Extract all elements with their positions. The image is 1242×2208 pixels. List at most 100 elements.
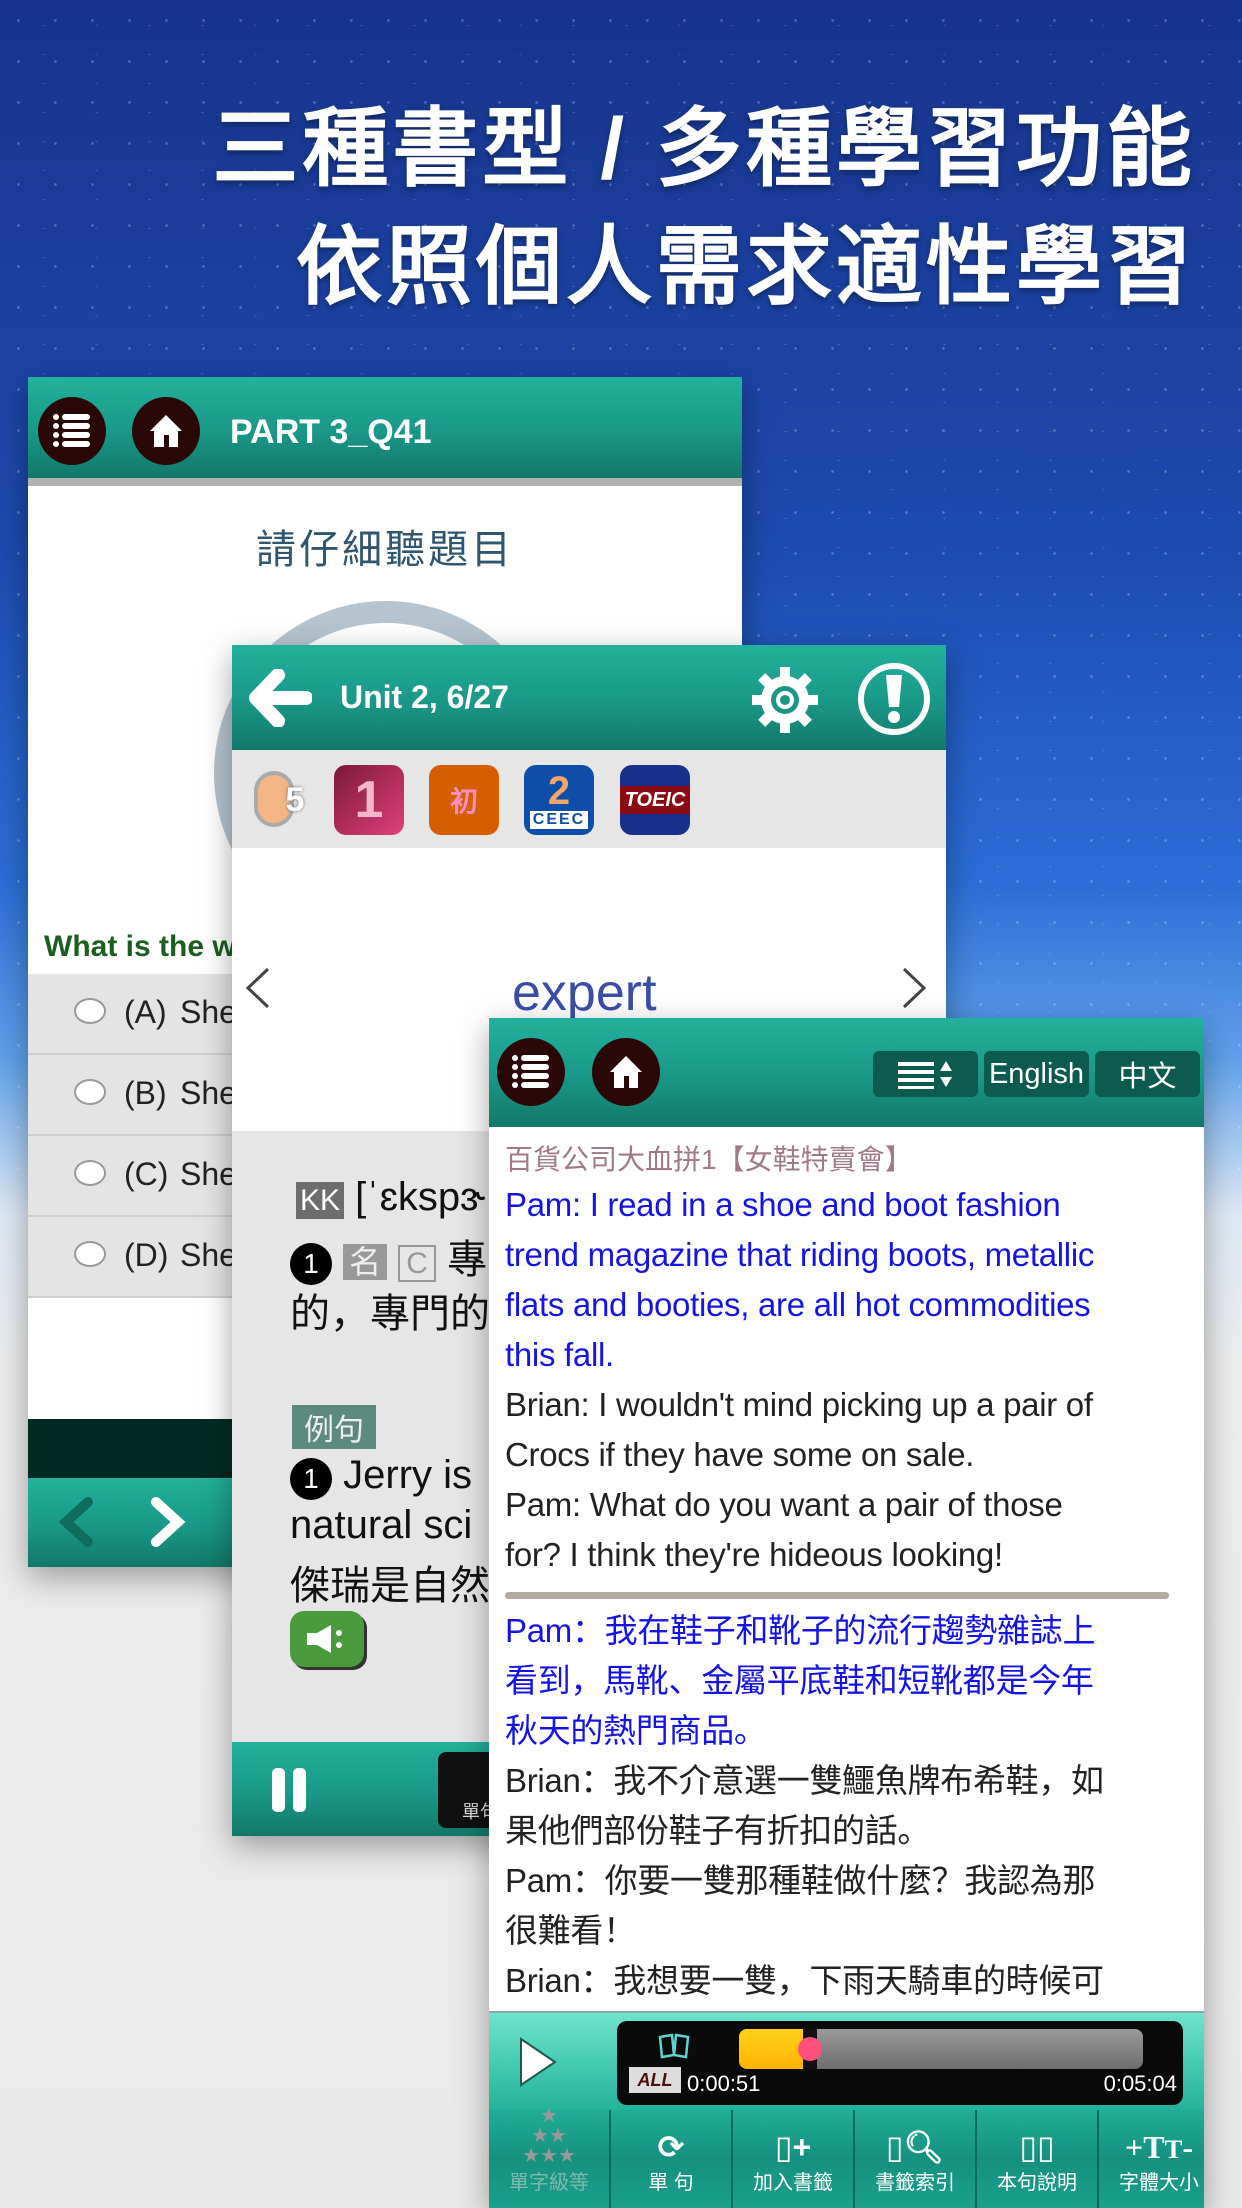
prev-word-button[interactable] [242, 965, 274, 1016]
reader-panel: English 中文 百貨公司大血拼1【女鞋特賣會】 Pam: I read i… [489, 1018, 1204, 2208]
option-letter: (D) [124, 1237, 169, 1273]
book-icon [658, 2033, 690, 2059]
arrow-left-icon [249, 668, 313, 728]
chevron-left-icon [58, 1497, 93, 1547]
toolbar-button[interactable]: +TT- 字體大小 [1099, 2110, 1204, 2208]
tips-button[interactable] [856, 661, 932, 742]
toolbar-label: 單 句 [648, 2172, 694, 2194]
gear-icon [752, 667, 818, 733]
home-icon [150, 415, 182, 447]
highlighted-sentence-line[interactable]: 看到，馬靴、金屬平底鞋和短靴都是今年 [505, 1656, 1195, 1706]
sentence-line[interactable]: for? I think they're hideous looking! [505, 1530, 1195, 1580]
next-question-button[interactable] [142, 1494, 202, 1550]
settings-button[interactable] [750, 665, 820, 740]
highlighted-sentence-line[interactable]: 秋天的熱門商品。 [505, 1706, 1195, 1756]
home-button[interactable] [132, 397, 200, 465]
toolbar-button[interactable]: ★ ★★ ★★★ 單字級等 [489, 2105, 611, 2208]
unit-title: Unit 2, 6/27 [340, 679, 509, 715]
option-letter: (C) [124, 1156, 169, 1192]
menu-button[interactable] [497, 1038, 565, 1106]
play-example-button[interactable] [290, 1611, 364, 1667]
example-english-cont: natural sci [290, 1503, 473, 1547]
progress-slider[interactable] [739, 2029, 1143, 2069]
pos-tag: 名 [343, 1244, 388, 1280]
book-icon: ▯▯ [1019, 2129, 1055, 2165]
toolbar-label: 加入書籤 [753, 2172, 833, 2194]
highlighted-sentence-line[interactable]: flats and booties, are all hot commoditi… [505, 1280, 1195, 1330]
vocab-header: Unit 2, 6/27 [232, 645, 946, 750]
speaker-icon [307, 1625, 342, 1653]
sentence-line[interactable]: Crocs if they have some on sale. [505, 1430, 1195, 1480]
english-text: Pam: I read in a shoe and boot fashion tr… [505, 1180, 1195, 1580]
home-button[interactable] [592, 1038, 660, 1106]
toolbar-label: 書籤索引 [875, 2172, 955, 2194]
toolbar-label: 字體大小 [1119, 2172, 1199, 2194]
home-icon [610, 1056, 642, 1088]
example-english: Jerry is [343, 1453, 473, 1497]
highlighted-sentence-line[interactable]: Pam: I read in a shoe and boot fashion [505, 1180, 1195, 1230]
frequency-badge[interactable]: 5 [250, 765, 320, 835]
sentence-line[interactable]: Pam：你要一雙那種鞋做什麼？我認為那 [505, 1856, 1195, 1906]
option-text: She [180, 994, 237, 1030]
example-label: 例句 [292, 1405, 376, 1449]
radio-button[interactable] [74, 1079, 106, 1105]
list-icon [512, 1055, 549, 1088]
next-word-button[interactable] [898, 965, 930, 1016]
sentence-line[interactable]: Brian：我想要一雙，下雨天騎車的時候可 [505, 1956, 1195, 2006]
sentence-line[interactable]: 很難看！ [505, 1906, 1195, 1956]
chevron-left-icon [245, 967, 270, 1009]
toolbar-button[interactable]: ▯▯ 本句說明 [977, 2110, 1099, 2208]
reader-header: English 中文 [489, 1018, 1204, 1127]
toolbar-button[interactable]: ▯+ 加入書籤 [733, 2110, 855, 2208]
quiz-title: PART 3_Q41 [230, 413, 432, 451]
level-1-badge[interactable]: 1 [334, 765, 404, 835]
repeat-mode-button[interactable]: ALL [629, 2067, 681, 2093]
stars-icon: ★ ★★ ★★★ [522, 2105, 576, 2167]
toolbar-button[interactable]: ⟳ 單 句 [611, 2110, 733, 2208]
english-toggle-button[interactable]: English [984, 1051, 1089, 1097]
option-text: She [180, 1237, 237, 1273]
chinese-text: Pam：我在鞋子和靴子的流行趨勢雜誌上 看到，馬靴、金屬平底鞋和短靴都是今年 秋天的… [505, 1606, 1195, 2006]
toolbar-button[interactable]: ▯🔍︎ 書籤索引 [855, 2110, 977, 2208]
ceec-badge[interactable]: 2 CEEC [524, 765, 594, 835]
highlighted-sentence-line[interactable]: trend magazine that riding boots, metall… [505, 1230, 1195, 1280]
highlighted-sentence-line[interactable]: Pam：我在鞋子和靴子的流行趨勢雜誌上 [505, 1606, 1195, 1656]
chevron-right-icon [902, 967, 927, 1009]
radio-button[interactable] [74, 998, 106, 1024]
pause-icon [272, 1768, 306, 1812]
line-spacing-icon [897, 1061, 952, 1089]
listen-prompt: 請仔細聽題目 [256, 528, 514, 572]
bookmark-search-icon: ▯🔍︎ [885, 2129, 945, 2165]
radio-button[interactable] [74, 1160, 106, 1186]
radio-button[interactable] [74, 1241, 106, 1267]
sentence-line[interactable]: 果他們部份鞋子有折扣的話。 [505, 1806, 1195, 1856]
toeic-badge[interactable]: TOEIC [620, 765, 690, 835]
line-spacing-button[interactable] [873, 1051, 978, 1097]
sentence-line[interactable]: Brian: I wouldn't mind picking up a pair… [505, 1380, 1195, 1430]
prev-question-button[interactable] [52, 1494, 112, 1550]
quiz-header: PART 3_Q41 [28, 377, 742, 486]
headword: expert [512, 964, 657, 1022]
headline-line1: 三種書型 / 多種學習功能 [212, 101, 1196, 197]
current-time: 0:00:51 [687, 2071, 761, 2096]
countable-tag: C [398, 1245, 436, 1282]
play-button[interactable] [519, 2037, 559, 2092]
progress-knob[interactable] [797, 2029, 822, 2069]
add-bookmark-icon: ▯+ [774, 2129, 812, 2165]
beginner-badge[interactable]: 初 [429, 765, 499, 835]
chinese-toggle-button[interactable]: 中文 [1095, 1051, 1200, 1097]
bottom-toolbar: ★ ★★ ★★★ 單字級等 ⟳ 單 句 ▯+ 加入書籤 ▯🔍︎ 書籤索引 ▯▯ 本句說明 +TT- 字體大… [489, 2105, 1204, 2208]
repeat-icon: ⟳ [657, 2129, 685, 2165]
sentence-line[interactable]: Brian：我不介意選一雙鱷魚牌布希鞋，如 [505, 1756, 1195, 1806]
back-button[interactable] [248, 668, 313, 732]
sentence-line[interactable]: Pam: What do you want a pair of those [505, 1480, 1195, 1530]
option-text: She [180, 1075, 237, 1111]
pause-button[interactable] [272, 1768, 308, 1817]
lightbulb-icon [858, 663, 930, 735]
menu-button[interactable] [38, 397, 106, 465]
option-letter: (B) [124, 1075, 167, 1111]
lesson-title: 百貨公司大血拼1【女鞋特賣會】 [505, 1144, 913, 1175]
highlighted-sentence-line[interactable]: this fall. [505, 1330, 1195, 1380]
example-chinese: 傑瑞是自然 [290, 1564, 490, 1608]
toolbar-label: 單字級等 [509, 2172, 589, 2194]
